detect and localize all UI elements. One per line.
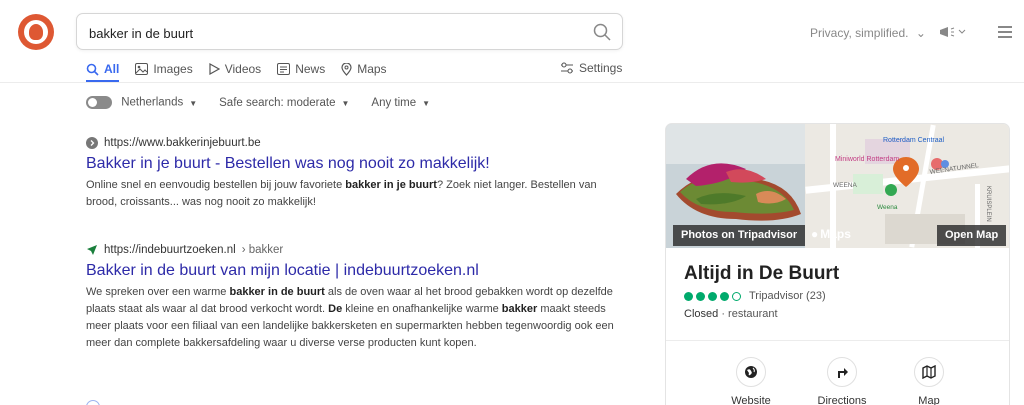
directions-button[interactable]: Directions xyxy=(807,357,877,405)
directions-icon xyxy=(827,357,857,387)
map-label: KRUISPLEIN xyxy=(985,186,991,222)
filter-bar: Netherlands ▼ Safe search: moderate ▼ Any … xyxy=(86,96,430,109)
open-status: Closed xyxy=(684,308,719,320)
place-panel: Photos on Tripadvisor Rotterdam Centraal… xyxy=(665,123,1010,405)
result-url-text: https://www.bakkerinjebuurt.be xyxy=(104,137,261,149)
tab-news[interactable]: News xyxy=(277,59,325,79)
photos-on-tripadvisor-button[interactable]: Photos on Tripadvisor xyxy=(673,225,806,246)
sliders-icon xyxy=(561,62,573,74)
rating-source: Tripadvisor (23) xyxy=(749,290,826,302)
region-toggle[interactable] xyxy=(86,96,112,109)
search-icon xyxy=(86,63,99,76)
safe-search-label: Safe search: moderate xyxy=(219,96,336,109)
tab-all[interactable]: All xyxy=(86,59,119,79)
rating-dot-filled xyxy=(696,291,705,301)
next-result-favicon-icon xyxy=(86,400,100,405)
caret-down-icon: ▼ xyxy=(422,98,431,108)
header-divider xyxy=(0,82,1024,83)
region-filter[interactable]: Netherlands ▼ xyxy=(86,96,197,109)
map-icon xyxy=(914,357,944,387)
search-result: https://indebuurtzoeken.nl › bakker Bakk… xyxy=(86,244,616,352)
megaphone-icon[interactable] xyxy=(938,25,966,44)
rating-dot-filled xyxy=(684,291,693,301)
chevron-down-icon: ⌄ xyxy=(915,26,926,40)
search-icon[interactable] xyxy=(592,22,612,42)
status-line: Closed · restaurant xyxy=(684,308,778,320)
result-snippet: Online snel en eenvoudig bestellen bij j… xyxy=(86,179,597,208)
tab-maps[interactable]: Maps xyxy=(341,59,387,79)
result-breadcrumb: › bakker xyxy=(241,244,284,256)
result-snippet: We spreken over een warme bakker in de b… xyxy=(86,286,614,349)
panel-divider xyxy=(666,340,1009,341)
site-favicon-icon xyxy=(87,245,97,255)
open-map-button[interactable]: Open Map xyxy=(937,225,1007,246)
globe-icon xyxy=(736,357,766,387)
site-favicon-icon xyxy=(86,137,98,149)
tab-images[interactable]: Images xyxy=(135,59,193,79)
privacy-label: Privacy, simplified. xyxy=(810,26,909,40)
map-button[interactable]: Map xyxy=(894,357,964,405)
region-label: Netherlands xyxy=(121,96,184,109)
maps-label: Maps xyxy=(820,227,851,241)
map-label: Weena xyxy=(877,204,898,211)
website-button[interactable]: Website xyxy=(716,357,786,405)
map-label: Rotterdam Centraal xyxy=(883,137,945,144)
search-box[interactable] xyxy=(76,13,623,50)
location-pin-icon xyxy=(341,62,352,76)
result-title-link[interactable]: Bakker in je buurt - Bestellen was nog n… xyxy=(86,153,616,175)
rating-dot-empty xyxy=(732,291,741,301)
result-url[interactable]: https://www.bakkerinjebuurt.be xyxy=(86,137,616,149)
tab-label: All xyxy=(104,62,120,76)
logo-inner xyxy=(24,20,48,44)
result-title-link[interactable]: Bakker in de buurt van mijn locatie | in… xyxy=(86,260,616,282)
rating-row[interactable]: Tripadvisor (23) xyxy=(684,290,826,302)
result-url-text: https://indebuurtzoeken.nl xyxy=(104,244,236,256)
safe-search-filter[interactable]: Safe search: moderate ▼ xyxy=(219,97,349,109)
result-url[interactable]: https://indebuurtzoeken.nl › bakker xyxy=(86,244,616,256)
caret-down-icon: ▼ xyxy=(189,98,198,108)
search-input[interactable] xyxy=(89,23,569,43)
tab-label: Videos xyxy=(224,62,262,76)
tab-videos[interactable]: Videos xyxy=(209,59,261,79)
settings-label: Settings xyxy=(579,61,623,75)
action-label: Website xyxy=(731,395,771,405)
tab-label: Images xyxy=(153,62,193,76)
map-label: Miniworld Rotterdam xyxy=(835,156,899,163)
tab-label: News xyxy=(295,62,326,76)
search-tabs: All Images Videos News Maps xyxy=(86,59,387,83)
apple-maps-attribution: ● Maps xyxy=(811,227,851,241)
duck-icon xyxy=(29,24,43,40)
place-category: · restaurant xyxy=(721,308,778,320)
rating-dot-filled xyxy=(720,291,729,301)
newspaper-icon xyxy=(277,63,291,75)
settings-button[interactable]: Settings xyxy=(560,61,622,75)
image-icon xyxy=(135,63,149,75)
search-result: https://www.bakkerinjebuurt.be Bakker in… xyxy=(86,137,616,211)
hamburger-menu-icon[interactable] xyxy=(998,26,1012,38)
duckduckgo-logo[interactable] xyxy=(18,14,54,50)
action-label: Map xyxy=(918,395,940,405)
time-filter[interactable]: Any time ▼ xyxy=(371,97,430,109)
place-name: Altijd in De Buurt xyxy=(684,263,840,284)
action-label: Directions xyxy=(817,395,867,405)
time-label: Any time xyxy=(371,96,417,109)
privacy-menu[interactable]: Privacy, simplified. ⌄ xyxy=(810,26,926,40)
tab-label: Maps xyxy=(357,62,387,76)
caret-down-icon: ▼ xyxy=(341,98,350,108)
rating-dot-filled xyxy=(708,291,717,301)
play-icon xyxy=(209,63,220,75)
map-label: WEENA xyxy=(833,182,858,189)
apple-icon: ● xyxy=(811,227,819,241)
